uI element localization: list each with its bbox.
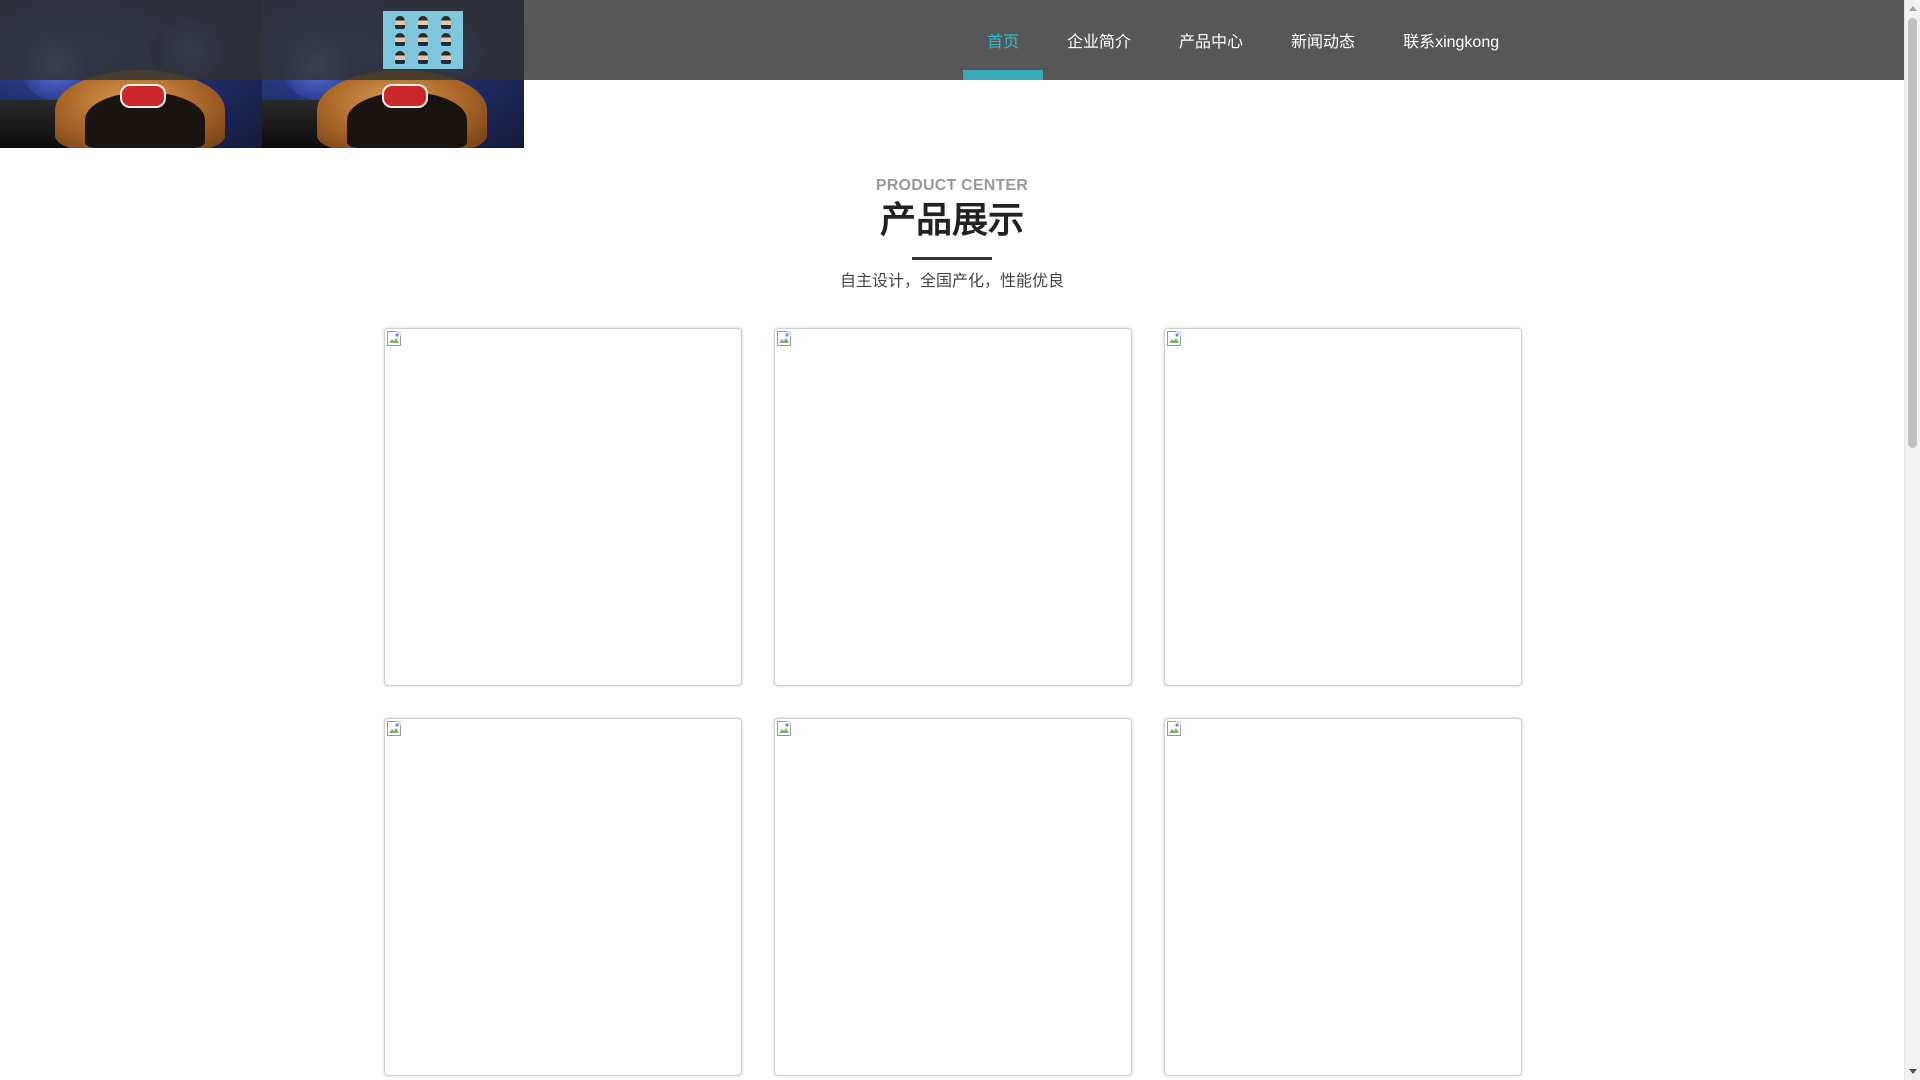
nav-item-news[interactable]: 新闻动态: [1267, 0, 1379, 80]
broken-image-icon: [1167, 331, 1181, 346]
broken-image-icon: [1167, 721, 1181, 736]
product-card[interactable]: [774, 718, 1132, 1076]
site-logo[interactable]: [383, 11, 463, 69]
section-subtitle: PRODUCT CENTER: [875, 177, 1029, 194]
broken-image-icon: [387, 721, 401, 736]
product-grid: [384, 328, 1522, 1076]
nav-item-home[interactable]: 首页: [963, 0, 1044, 80]
product-card[interactable]: [1164, 718, 1522, 1076]
top-navbar: 首页 企业简介 产品中心 新闻动态 联系xingkong: [0, 0, 1904, 80]
nav-item-contact[interactable]: 联系xingkong: [1379, 0, 1523, 80]
scroll-thumb[interactable]: [1908, 18, 1917, 448]
arrow-down-icon[interactable]: [1905, 1064, 1920, 1080]
title-divider: [912, 257, 992, 260]
product-card[interactable]: [384, 718, 742, 1076]
product-card[interactable]: [1164, 328, 1522, 686]
broken-image-icon: [387, 331, 401, 346]
product-card[interactable]: [384, 328, 742, 686]
page-scrollbar[interactable]: [1904, 0, 1920, 1080]
broken-image-icon: [777, 331, 791, 346]
section-description: 自主设计，全国产化，性能优良: [839, 273, 1064, 290]
arrow-up-icon[interactable]: [1905, 0, 1920, 16]
nav-item-products[interactable]: 产品中心: [1155, 0, 1267, 80]
main-nav: 首页 企业简介 产品中心 新闻动态 联系xingkong: [963, 0, 1523, 80]
product-section-header: PRODUCT CENTER 产品展示 自主设计，全国产化，性能优良: [0, 176, 1904, 292]
nav-item-about[interactable]: 企业简介: [1043, 0, 1155, 80]
product-card[interactable]: [774, 328, 1132, 686]
broken-image-icon: [777, 721, 791, 736]
section-title: 产品展示: [879, 199, 1024, 240]
